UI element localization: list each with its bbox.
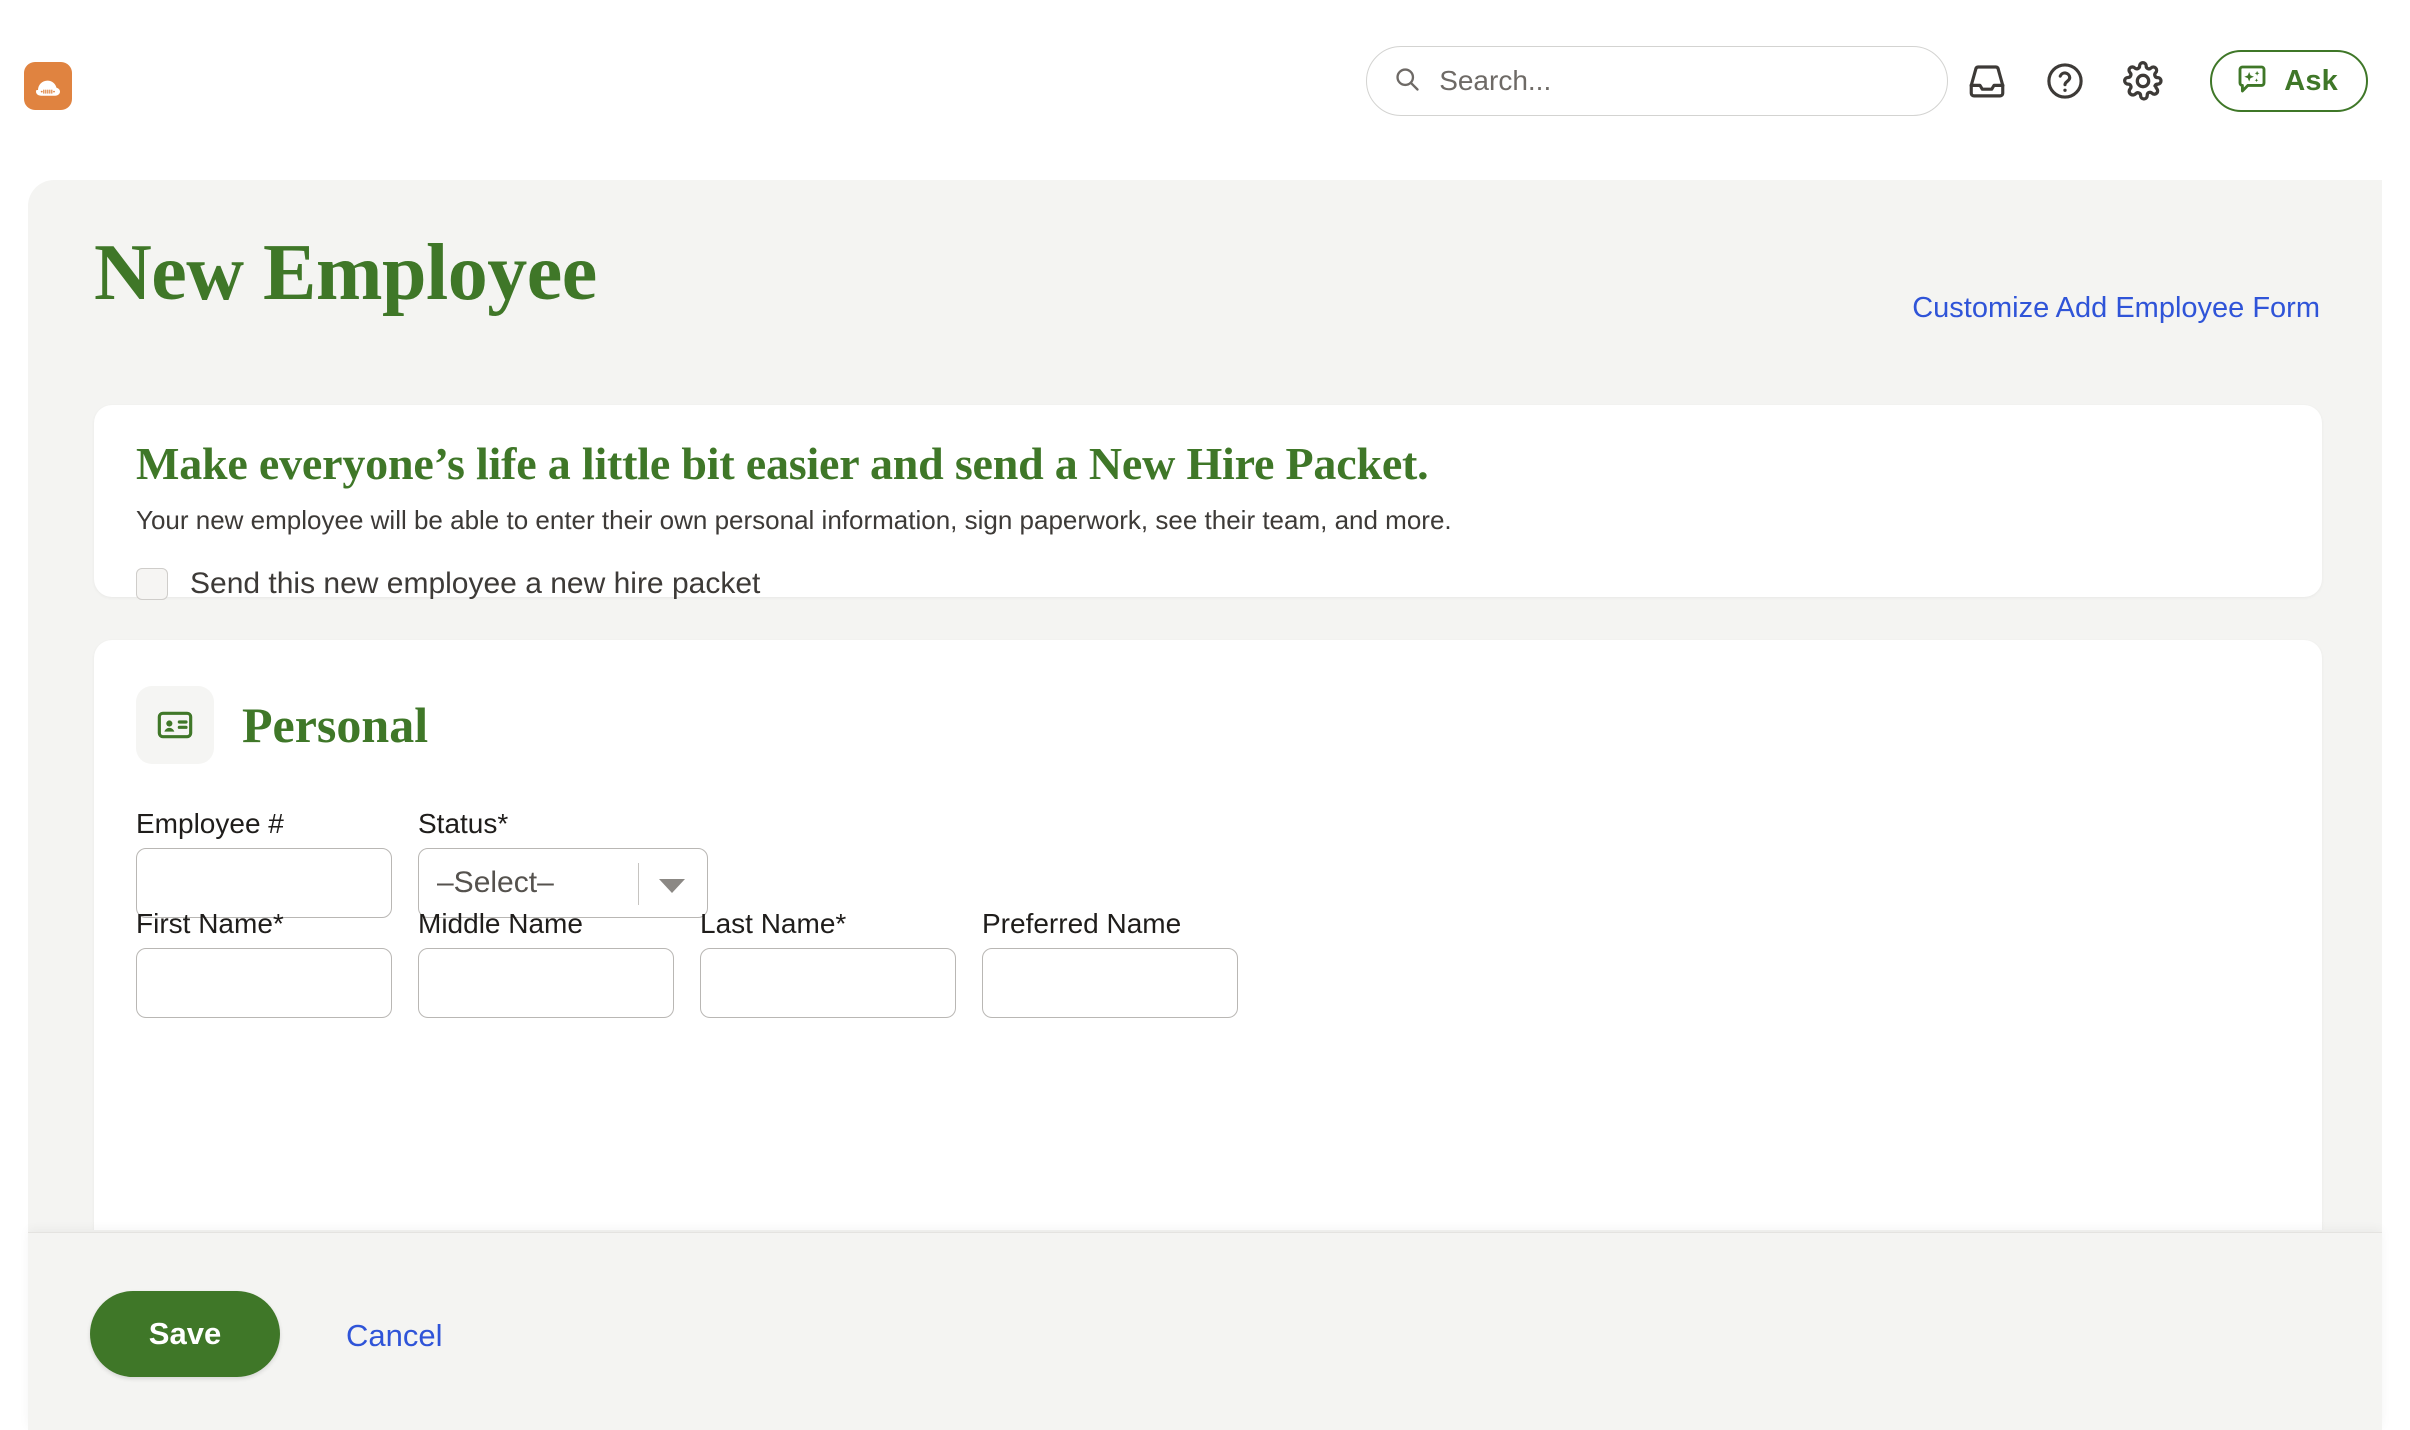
send-new-hire-packet-checkbox[interactable] [136, 568, 168, 600]
header-actions: Ask [1366, 42, 2368, 120]
packet-subtext: Your new employee will be able to enter … [136, 505, 1452, 535]
select-divider [637, 863, 639, 905]
send-new-hire-packet-row[interactable]: Send this new employee a new hire packet [136, 567, 760, 601]
gear-icon[interactable] [2104, 42, 2182, 120]
id-card-icon [136, 686, 214, 764]
last-name-group: Last Name* [700, 908, 956, 1018]
status-select-value: –Select– [437, 866, 554, 899]
status-group: Status* –Select– [418, 808, 708, 918]
ask-button[interactable]: Ask [2210, 50, 2368, 112]
form-footer-bar: Save Cancel [28, 1232, 2382, 1430]
status-label: Status* [418, 808, 509, 839]
packet-heading: Make everyone’s life a little bit easier… [136, 438, 1429, 489]
ask-button-label: Ask [2284, 64, 2338, 97]
search-icon [1393, 65, 1421, 98]
preferred-name-field[interactable] [982, 948, 1238, 1018]
app-root: Ask New Employee Customize Add Employee … [0, 0, 2410, 1430]
search-input[interactable] [1439, 47, 1922, 115]
search-bar[interactable] [1366, 46, 1949, 116]
middle-name-field[interactable] [418, 948, 674, 1018]
employee-number-group: Employee # [136, 808, 392, 918]
last-name-field[interactable] [700, 948, 956, 1018]
personal-section-card: Personal Employee # Status* –Select– Fir… [94, 640, 2322, 1230]
ask-sparkle-chat-icon [2234, 61, 2270, 102]
scrollable-form-region[interactable]: New Employee Customize Add Employee Form… [28, 180, 2382, 1230]
personal-section-header: Personal [136, 686, 428, 764]
page-title: New Employee [94, 229, 597, 317]
bamboo-cloud-logo-icon[interactable] [24, 62, 72, 110]
employee-number-label: Employee # [136, 808, 284, 839]
top-header-bar: Ask [0, 0, 2410, 180]
personal-section-title: Personal [242, 697, 429, 753]
form-row-identity: Employee # Status* –Select– [136, 808, 708, 918]
send-new-hire-packet-label: Send this new employee a new hire packet [190, 567, 761, 600]
first-name-label: First Name* [136, 908, 284, 939]
form-row-names: First Name* Middle Name Last Name* Prefe… [136, 908, 1238, 1018]
first-name-field[interactable] [136, 948, 392, 1018]
inbox-icon[interactable] [1948, 42, 2026, 120]
save-button[interactable]: Save [90, 1291, 280, 1377]
last-name-label: Last Name* [700, 908, 847, 939]
middle-name-label: Middle Name [418, 908, 583, 939]
middle-name-group: Middle Name [418, 908, 674, 1018]
help-circle-icon[interactable] [2026, 42, 2104, 120]
chevron-down-icon[interactable] [659, 879, 685, 893]
customize-add-employee-form-link[interactable]: Customize Add Employee Form [1912, 292, 2320, 325]
preferred-name-group: Preferred Name [982, 908, 1238, 1018]
cancel-link[interactable]: Cancel [346, 1318, 443, 1354]
first-name-group: First Name* [136, 908, 392, 1018]
new-hire-packet-card: Make everyone’s life a little bit easier… [94, 405, 2322, 600]
preferred-name-label: Preferred Name [982, 908, 1182, 939]
